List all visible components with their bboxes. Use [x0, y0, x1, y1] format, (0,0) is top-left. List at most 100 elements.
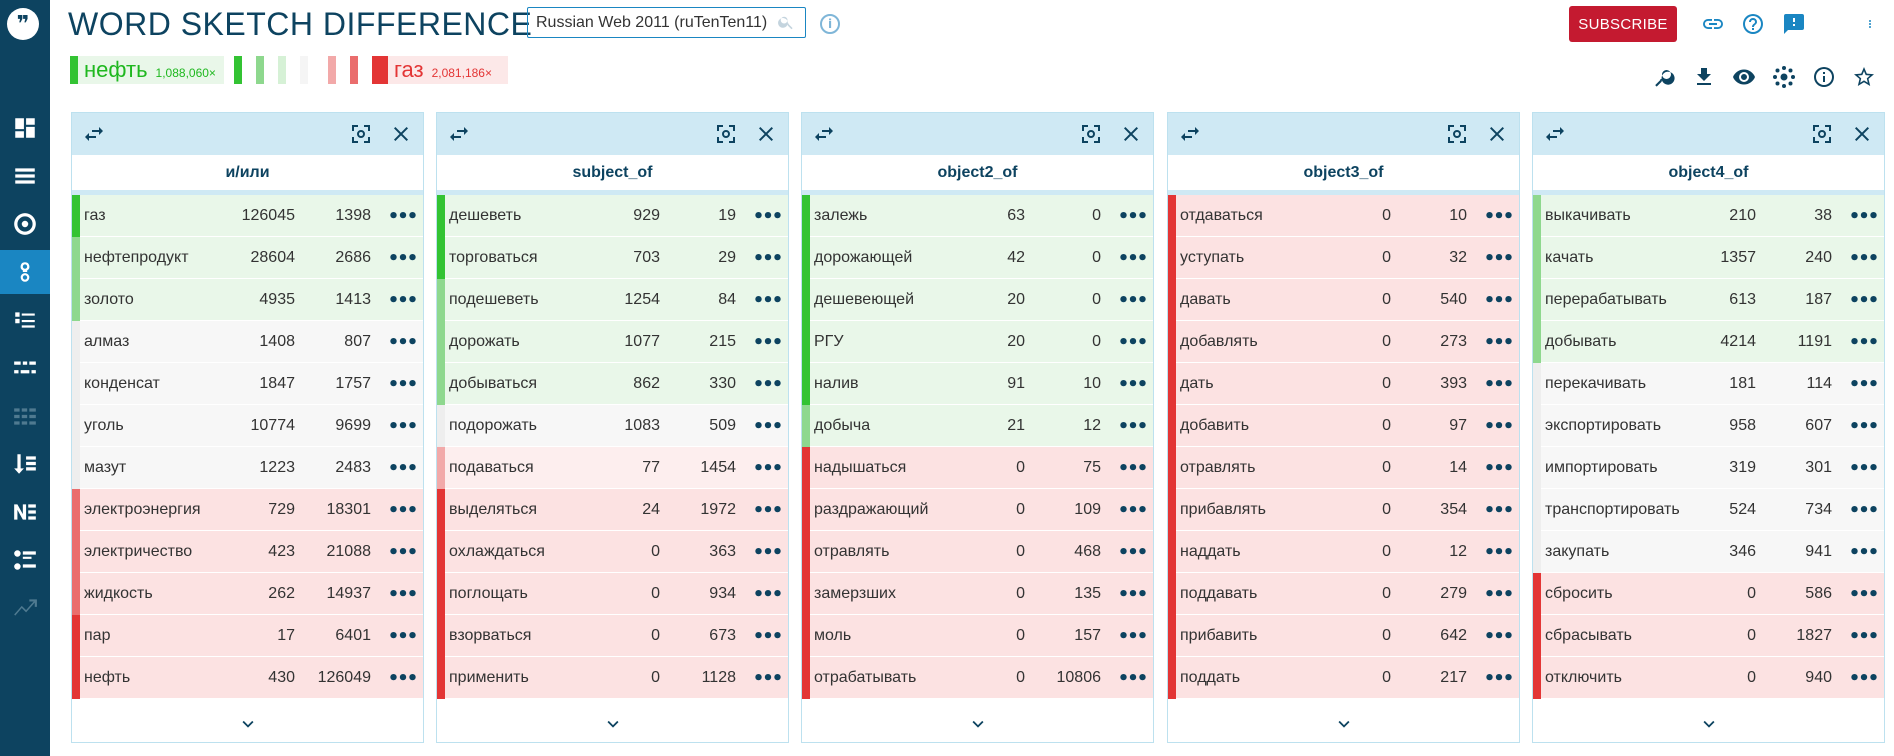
collocation-row[interactable]: прибавить 0 642 ••• [1168, 615, 1519, 657]
collocate-word[interactable]: залежь [814, 207, 867, 225]
info-icon[interactable] [1812, 65, 1836, 89]
more-options-icon[interactable]: ••• [1849, 584, 1880, 605]
collocate-word[interactable]: перекачивать [1545, 375, 1646, 393]
collocate-word[interactable]: охлаждаться [449, 543, 545, 561]
close-icon[interactable] [1485, 122, 1509, 146]
collocation-row[interactable]: отключить 0 940 ••• [1533, 657, 1884, 699]
collocate-word[interactable]: транспортировать [1545, 501, 1680, 519]
more-options-icon[interactable]: ••• [388, 374, 419, 395]
close-icon[interactable] [1850, 122, 1874, 146]
more-options-icon[interactable]: ••• [753, 542, 784, 563]
more-options-icon[interactable]: ••• [1484, 668, 1515, 689]
show-more-icon[interactable] [802, 706, 1153, 742]
more-options-icon[interactable]: ••• [753, 248, 784, 269]
more-options-icon[interactable]: ••• [1849, 374, 1880, 395]
collocate-word[interactable]: выкачивать [1545, 207, 1631, 225]
more-options-icon[interactable]: ••• [388, 248, 419, 269]
collocation-row[interactable]: наддать 0 12 ••• [1168, 531, 1519, 573]
collocate-word[interactable]: газ [84, 207, 106, 225]
view-options-icon[interactable] [1732, 65, 1756, 89]
collocation-row[interactable]: замерзших 0 135 ••• [802, 573, 1153, 615]
collocate-word[interactable]: прибавлять [1180, 501, 1266, 519]
more-options-icon[interactable]: ••• [1849, 416, 1880, 437]
more-options-icon[interactable]: ••• [1484, 290, 1515, 311]
collocate-word[interactable]: поглощать [449, 585, 528, 603]
collocation-row[interactable]: перекачивать 181 114 ••• [1533, 363, 1884, 405]
collocate-word[interactable]: конденсат [84, 375, 160, 393]
swap-icon[interactable] [1543, 122, 1567, 146]
collocation-row[interactable]: выкачивать 210 38 ••• [1533, 195, 1884, 237]
collocation-row[interactable]: дешевеющей 20 0 ••• [802, 279, 1153, 321]
more-options-icon[interactable]: ••• [1484, 458, 1515, 479]
collocation-row[interactable]: отравлять 0 14 ••• [1168, 447, 1519, 489]
list-icon[interactable] [0, 154, 50, 198]
swap-icon[interactable] [447, 122, 471, 146]
swap-icon[interactable] [1178, 122, 1202, 146]
collocation-row[interactable]: уголь 10774 9699 ••• [72, 405, 423, 447]
ngrams-icon[interactable] [0, 490, 50, 534]
collocation-row[interactable]: налив 91 10 ••• [802, 363, 1153, 405]
more-options-icon[interactable]: ••• [1849, 248, 1880, 269]
collocate-word[interactable]: подешеветь [449, 291, 539, 309]
collocation-row[interactable]: подешеветь 1254 84 ••• [437, 279, 788, 321]
collocate-word[interactable]: моль [814, 627, 851, 645]
collocate-word[interactable]: качать [1545, 249, 1593, 267]
collocate-word[interactable]: золото [84, 291, 134, 309]
collocate-word[interactable]: добавить [1180, 417, 1249, 435]
more-options-icon[interactable]: ••• [1484, 626, 1515, 647]
collocation-row[interactable]: добавить 0 97 ••• [1168, 405, 1519, 447]
collocation-row[interactable]: дешеветь 929 19 ••• [437, 195, 788, 237]
collocate-word[interactable]: подаваться [449, 459, 534, 477]
expand-icon[interactable] [1810, 122, 1834, 146]
more-options-icon[interactable]: ••• [753, 374, 784, 395]
target-icon[interactable] [0, 202, 50, 246]
collocate-word[interactable]: РГУ [814, 333, 844, 351]
collocation-row[interactable]: отдаваться 0 10 ••• [1168, 195, 1519, 237]
more-options-icon[interactable]: ••• [388, 332, 419, 353]
collocate-word[interactable]: дать [1180, 375, 1214, 393]
collocation-row[interactable]: отравлять 0 468 ••• [802, 531, 1153, 573]
collocation-row[interactable]: закупать 346 941 ••• [1533, 531, 1884, 573]
collocation-row[interactable]: выделяться 24 1972 ••• [437, 489, 788, 531]
collocate-word[interactable]: дешевеющей [814, 291, 914, 309]
collocate-word[interactable]: жидкость [84, 585, 153, 603]
more-options-icon[interactable]: ••• [388, 206, 419, 227]
more-options-icon[interactable]: ••• [388, 584, 419, 605]
collocate-word[interactable]: дорожающей [814, 249, 912, 267]
swap-icon[interactable] [82, 122, 106, 146]
wordlist-icon[interactable] [0, 442, 50, 486]
collocation-row[interactable]: дать 0 393 ••• [1168, 363, 1519, 405]
collocation-row[interactable]: конденсат 1847 1757 ••• [72, 363, 423, 405]
collocation-row[interactable]: электроэнергия 729 18301 ••• [72, 489, 423, 531]
collocation-row[interactable]: пар 17 6401 ••• [72, 615, 423, 657]
collocate-word[interactable]: отдаваться [1180, 207, 1263, 225]
collocation-row[interactable]: сбрасывать 0 1827 ••• [1533, 615, 1884, 657]
more-options-icon[interactable]: ••• [753, 668, 784, 689]
collocation-row[interactable]: залежь 63 0 ••• [802, 195, 1153, 237]
collocation-row[interactable]: перерабатывать 613 187 ••• [1533, 279, 1884, 321]
visualize-icon[interactable] [1772, 65, 1796, 89]
collocation-row[interactable]: качать 1357 240 ••• [1533, 237, 1884, 279]
thesaurus-icon[interactable] [0, 298, 50, 342]
dashboard-icon[interactable] [0, 106, 50, 150]
sketch-engine-logo[interactable]: ❞ [7, 8, 39, 40]
more-options-icon[interactable]: ••• [1118, 206, 1149, 227]
show-more-icon[interactable] [437, 706, 788, 742]
more-options-icon[interactable]: ••• [1849, 332, 1880, 353]
collocate-word[interactable]: отравлять [1180, 459, 1255, 477]
more-options-icon[interactable]: ••• [1484, 248, 1515, 269]
link-icon[interactable] [1701, 12, 1725, 36]
corpus-selector[interactable]: Russian Web 2011 (ruTenTen11) [527, 7, 806, 38]
collocate-word[interactable]: взорваться [449, 627, 531, 645]
swap-icon[interactable] [812, 122, 836, 146]
collocate-word[interactable]: подорожать [449, 417, 537, 435]
more-options-icon[interactable]: ••• [1484, 500, 1515, 521]
collocation-row[interactable]: раздражающий 0 109 ••• [802, 489, 1153, 531]
close-icon[interactable] [389, 122, 413, 146]
collocate-word[interactable]: алмаз [84, 333, 129, 351]
collocation-row[interactable]: жидкость 262 14937 ••• [72, 573, 423, 615]
collocation-row[interactable]: поддать 0 217 ••• [1168, 657, 1519, 699]
collocate-word[interactable]: добыча [814, 417, 870, 435]
collocation-row[interactable]: дорожать 1077 215 ••• [437, 321, 788, 363]
collocate-word[interactable]: поддать [1180, 669, 1240, 687]
